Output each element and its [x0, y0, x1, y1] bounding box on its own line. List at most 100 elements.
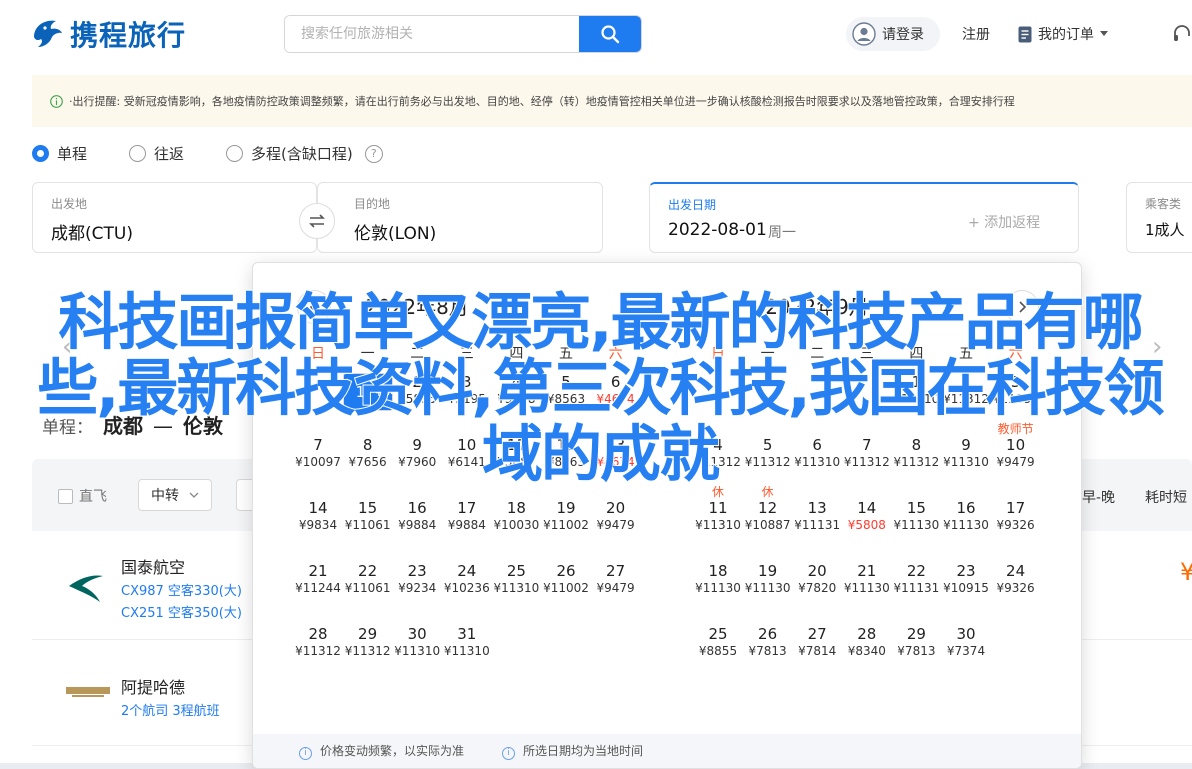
swap-icon [309, 214, 325, 228]
help-icon[interactable]: ? [364, 144, 383, 163]
calendar-day[interactable]: 25 ¥8855 [693, 625, 743, 663]
calendar-day[interactable]: 19 ¥11130 [743, 562, 793, 600]
day-number: 28 [857, 625, 877, 643]
calendar-day[interactable]: 18 ¥11130 [693, 562, 743, 600]
calendar-day[interactable]: 15 ¥11061 [343, 499, 393, 537]
day-number: 19 [758, 562, 778, 580]
calendar-day[interactable]: 28 ¥11312 [293, 625, 343, 663]
login-button[interactable]: 请登录 [846, 17, 940, 51]
day-price: ¥11310 [695, 518, 741, 532]
calendar-day[interactable]: 22 ¥11131 [891, 562, 941, 600]
day-price: ¥11061 [344, 581, 391, 595]
day-number: 29 [906, 625, 926, 643]
day-number: 30 [956, 625, 976, 643]
search-input[interactable] [285, 16, 579, 52]
calendar-day[interactable]: 23 ¥9234 [392, 562, 442, 600]
calendar-day[interactable]: 21 ¥11244 [293, 562, 343, 600]
calendar-day[interactable]: 24 ¥9326 [991, 562, 1041, 600]
order-icon [1018, 26, 1032, 42]
calendar-day[interactable]: 25 ¥11310 [491, 562, 541, 600]
day-number: 28 [308, 625, 328, 643]
day-number: 16 [407, 499, 427, 517]
calendar-day[interactable]: 16 ¥11130 [941, 499, 991, 537]
calendar-day[interactable]: 13 ¥11131 [792, 499, 842, 537]
sort-departure[interactable]: 早-晚 [1082, 487, 1115, 507]
day-price: ¥11002 [543, 581, 589, 595]
day-number: 14 [308, 499, 328, 517]
day-price: ¥9326 [996, 518, 1035, 532]
day-price: ¥9834 [298, 518, 338, 532]
destination-field[interactable]: 目的地 伦敦(LON) [317, 182, 603, 253]
calendar-day[interactable]: 休 12 ¥10887 [743, 485, 793, 537]
flight-number[interactable]: 2个航司 3程航班 [121, 700, 220, 719]
calendar-day[interactable]: 16 ¥9884 [392, 499, 442, 537]
calendar-day[interactable]: 31 ¥11310 [442, 625, 492, 663]
my-orders-menu[interactable]: 我的订单 [1018, 24, 1108, 44]
site-search [284, 15, 642, 53]
calendar-day[interactable]: 27 ¥9479 [591, 562, 641, 600]
departure-date-field[interactable]: 出发日期 2022-08-01 周一 + 添加返程 [649, 182, 1079, 253]
trip-option-multicity[interactable]: 多程(含缺口程) [226, 143, 353, 164]
radio-selected[interactable] [32, 145, 49, 162]
calendar-day[interactable]: 14 ¥9834 [293, 499, 343, 537]
overlay-headline: 科技画报简单又漂亮,最新的科技产品有哪些,最新科技资料,第三次科技,我国在科技领… [36, 287, 1166, 490]
add-return-button[interactable]: + 添加返程 [968, 212, 1040, 232]
calendar-day[interactable]: 20 ¥7820 [792, 562, 842, 600]
direct-only-label: 直飞 [79, 489, 107, 505]
radio-unselected[interactable] [226, 145, 244, 162]
direct-only-checkbox[interactable]: 直飞 [58, 486, 107, 506]
login-label: 请登录 [882, 27, 924, 43]
sort-duration[interactable]: 耗时短 [1145, 487, 1187, 507]
passenger-field[interactable]: 乘客类 1成人 [1126, 182, 1192, 253]
calendar-day[interactable]: 22 ¥11061 [343, 562, 393, 600]
calendar-day[interactable]: 19 ¥11002 [541, 499, 591, 537]
calendar-day[interactable]: 21 ¥11130 [842, 562, 892, 600]
calendar-day[interactable]: 29 ¥7813 [891, 625, 941, 663]
calendar-day[interactable]: 20 ¥9479 [591, 499, 641, 537]
trip-option-label: 往返 [154, 145, 185, 163]
date-value: 2022-08-01 [668, 220, 767, 240]
day-price: ¥8855 [698, 644, 738, 658]
calendar-day[interactable]: 26 ¥11002 [541, 562, 591, 600]
day-number: 24 [1006, 562, 1026, 580]
search-button[interactable] [579, 16, 641, 52]
origin-field[interactable]: 出发地 成都(CTU) [32, 182, 317, 253]
calendar-day[interactable]: 30 ¥11310 [392, 625, 442, 663]
calendar-day[interactable]: 23 ¥10915 [941, 562, 991, 600]
flight-number[interactable]: CX251 空客350(大) [121, 602, 242, 621]
logo-dolphin-icon [30, 17, 66, 51]
day-price: ¥7813 [748, 644, 787, 658]
calendar-day[interactable]: 18 ¥10030 [491, 499, 541, 537]
flight-number[interactable]: CX987 空客330(大) [121, 580, 242, 599]
calendar-day[interactable]: 30 ¥7374 [941, 625, 991, 663]
brand-logo[interactable]: 携程旅行 [30, 14, 186, 54]
calendar-day[interactable]: 17 ¥9884 [442, 499, 492, 537]
day-price: ¥10030 [493, 518, 540, 532]
day-price: ¥11130 [744, 581, 791, 595]
register-link[interactable]: 注册 [962, 24, 990, 44]
headset-icon[interactable] [1172, 24, 1192, 48]
calendar-day[interactable]: 15 ¥11130 [891, 499, 941, 537]
day-number: 13 [807, 499, 827, 517]
cathay-logo-icon [66, 564, 106, 612]
day-price: ¥11244 [295, 581, 341, 595]
calendar-day[interactable]: 24 ¥10236 [442, 562, 492, 600]
day-price: ¥11131 [893, 581, 940, 595]
checkbox-box[interactable] [58, 488, 73, 504]
calendar-day[interactable]: 29 ¥11312 [343, 625, 393, 663]
weekday-label: 周一 [768, 225, 796, 241]
calendar-day[interactable]: 14 ¥5808 [842, 499, 892, 537]
calendar-day[interactable]: 休 11 ¥11310 [693, 485, 743, 537]
radio-unselected[interactable] [129, 145, 147, 162]
day-price: ¥5808 [847, 518, 886, 532]
calendar-day[interactable]: 28 ¥8340 [842, 625, 892, 663]
calendar-day[interactable]: 27 ¥7814 [792, 625, 842, 663]
day-number: 15 [358, 499, 378, 517]
info-icon: i [502, 746, 516, 760]
calendar-day[interactable]: 26 ¥7813 [743, 625, 793, 663]
calendar-day[interactable]: 17 ¥9326 [991, 499, 1041, 537]
trip-option-roundtrip[interactable]: 往返 [129, 143, 184, 164]
swap-button[interactable] [299, 203, 335, 239]
trip-option-oneway[interactable]: 单程 [32, 143, 87, 164]
notice-text: ·出行提醒: 受新冠疫情影响，各地疫情防控政策调整频繁，请在出行前务必与出发地、… [69, 95, 1015, 108]
